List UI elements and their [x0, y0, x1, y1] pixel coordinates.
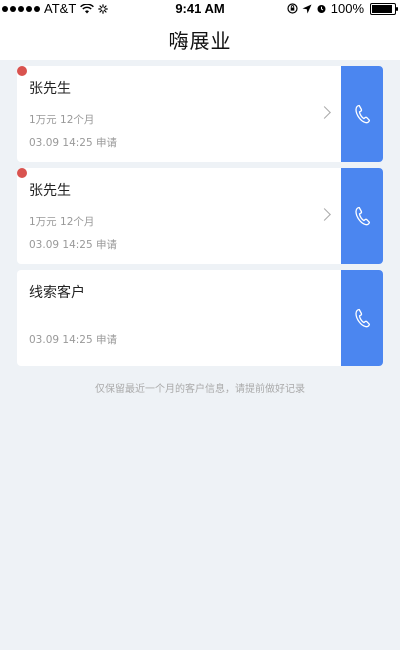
application-time: 03.09 14:25 申请 — [29, 137, 117, 149]
customer-card-body[interactable]: 张先生 1万元 12个月 03.09 14:25 申请 — [17, 168, 341, 264]
application-time: 03.09 14:25 申请 — [29, 239, 117, 251]
customer-card[interactable]: 张先生 1万元 12个月 03.09 14:25 申请 — [17, 168, 383, 264]
location-arrow-icon — [302, 4, 312, 13]
customer-name: 线索客户 — [29, 285, 85, 301]
application-time: 03.09 14:25 申请 — [29, 334, 117, 346]
page-title: 嗨展业 — [168, 28, 232, 53]
customer-name: 张先生 — [29, 81, 71, 97]
customer-card[interactable]: 线索客户 03.09 14:25 申请 — [17, 270, 383, 366]
phone-icon — [355, 206, 371, 226]
phone-icon — [355, 308, 371, 328]
battery-percent: 100% — [330, 1, 364, 16]
customer-card[interactable]: 张先生 1万元 12个月 03.09 14:25 申请 — [17, 66, 383, 162]
unread-indicator — [17, 168, 27, 178]
unread-indicator — [17, 66, 27, 76]
call-button[interactable] — [341, 270, 383, 366]
customer-card-body[interactable]: 线索客户 03.09 14:25 申请 — [17, 270, 341, 366]
customer-name: 张先生 — [29, 183, 71, 199]
call-button[interactable] — [341, 66, 383, 162]
status-bar: AT&T 9:41 AM 100% — [0, 0, 400, 18]
alarm-icon — [317, 5, 326, 13]
loan-amount-term: 1万元 12个月 — [29, 114, 95, 126]
orientation-lock-icon — [287, 3, 298, 14]
phone-icon — [355, 104, 371, 124]
retention-notice: 仅保留最近一个月的客户信息，请提前做好记录 — [95, 384, 305, 395]
customer-list: 张先生 1万元 12个月 03.09 14:25 申请 张先生 1万元 12个月… — [0, 60, 400, 395]
customer-card-body[interactable]: 张先生 1万元 12个月 03.09 14:25 申请 — [17, 66, 341, 162]
loan-amount-term: 1万元 12个月 — [29, 216, 95, 228]
nav-bar: 嗨展业 — [0, 18, 400, 60]
status-bar-right: 100% — [287, 1, 398, 16]
battery-icon — [370, 2, 398, 15]
call-button[interactable] — [341, 168, 383, 264]
